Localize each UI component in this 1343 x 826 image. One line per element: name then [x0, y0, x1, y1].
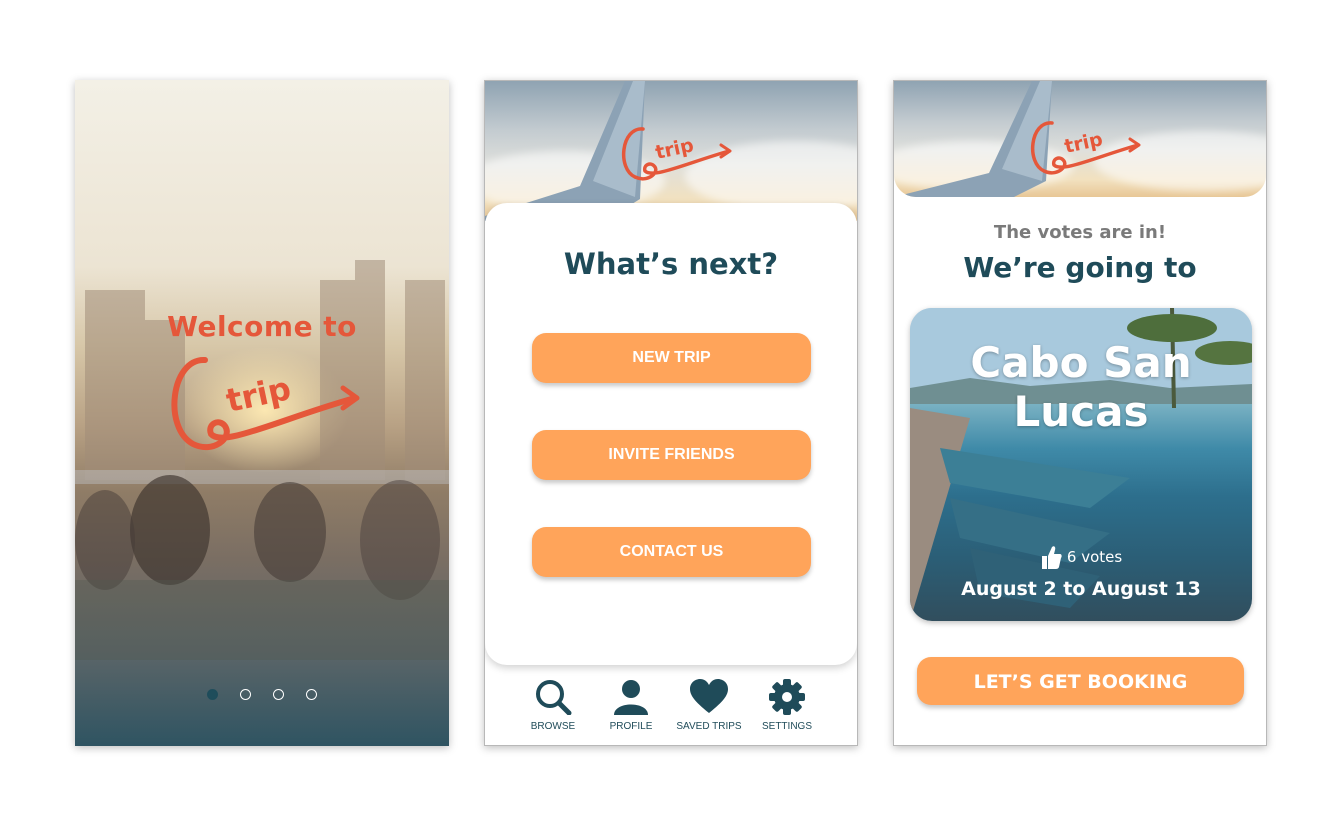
carousel-dot-1[interactable] [207, 689, 218, 700]
result-subtitle: The votes are in! [993, 222, 1167, 243]
gear-icon [769, 679, 805, 715]
airplane-wing-header-image: trip [485, 81, 857, 221]
invite-friends-button[interactable]: INVITE FRIENDS [532, 430, 811, 480]
new-trip-button[interactable]: NEW TRIP [532, 333, 811, 383]
logo-text: trip [653, 134, 695, 164]
carousel-dot-3[interactable] [273, 689, 284, 700]
carousel-dot-2[interactable] [240, 689, 251, 700]
vote-count: 6 votes [910, 545, 1252, 569]
lets-get-booking-button[interactable]: LET’S GET BOOKING [917, 657, 1244, 705]
nav-label: BROWSE [530, 721, 576, 732]
home-menu-screen: trip What’s next? NEW TRIP INVITE FRIEND… [484, 80, 858, 746]
contact-us-button[interactable]: CONTACT US [532, 527, 811, 577]
welcome-heading: Welcome to [167, 310, 357, 343]
search-icon [536, 680, 572, 715]
nav-browse[interactable]: BROWSE [518, 679, 588, 732]
nav-label: SAVED TRIPS [676, 721, 742, 732]
menu-card: What’s next? NEW TRIP INVITE FRIENDS CON… [485, 203, 857, 665]
logo-text: trip [223, 369, 294, 420]
welcome-screen: Welcome to trip [75, 80, 449, 746]
carousel-dot-4[interactable] [306, 689, 317, 700]
votes-text: 6 votes [1066, 548, 1123, 566]
page-title: What’s next? [563, 247, 779, 281]
nav-profile[interactable]: PROFILE [596, 679, 666, 732]
person-icon [614, 680, 648, 715]
page-title: We’re going to [963, 251, 1197, 284]
logo-text: trip [1062, 128, 1104, 158]
nav-label: PROFILE [609, 721, 653, 732]
nav-saved-trips[interactable]: SAVED TRIPS [674, 679, 744, 732]
nav-settings[interactable]: SETTINGS [752, 679, 822, 732]
cotrip-logo: trip [1030, 121, 1141, 175]
cotrip-logo: trip [621, 127, 732, 181]
destination-name: Cabo San Lucas [970, 338, 1192, 436]
destination-card[interactable]: Cabo San Lucas 6 votes August 2 to Augus… [910, 308, 1252, 621]
thumbs-up-icon [1041, 546, 1062, 569]
trip-dates: August 2 to August 13 [961, 578, 1201, 600]
bottom-nav-bar: BROWSE PROFILE SAVED TRIPS SETTINGS [485, 675, 857, 745]
airplane-wing-header-image: trip [894, 81, 1266, 197]
vote-result-screen: trip The votes are in! We’re going to Ca… [893, 80, 1267, 746]
picnic-people-image [75, 470, 449, 660]
heart-icon [690, 679, 728, 713]
cotrip-logo: trip [171, 356, 360, 451]
nav-label: SETTINGS [761, 721, 812, 732]
carousel-indicator [75, 685, 449, 704]
